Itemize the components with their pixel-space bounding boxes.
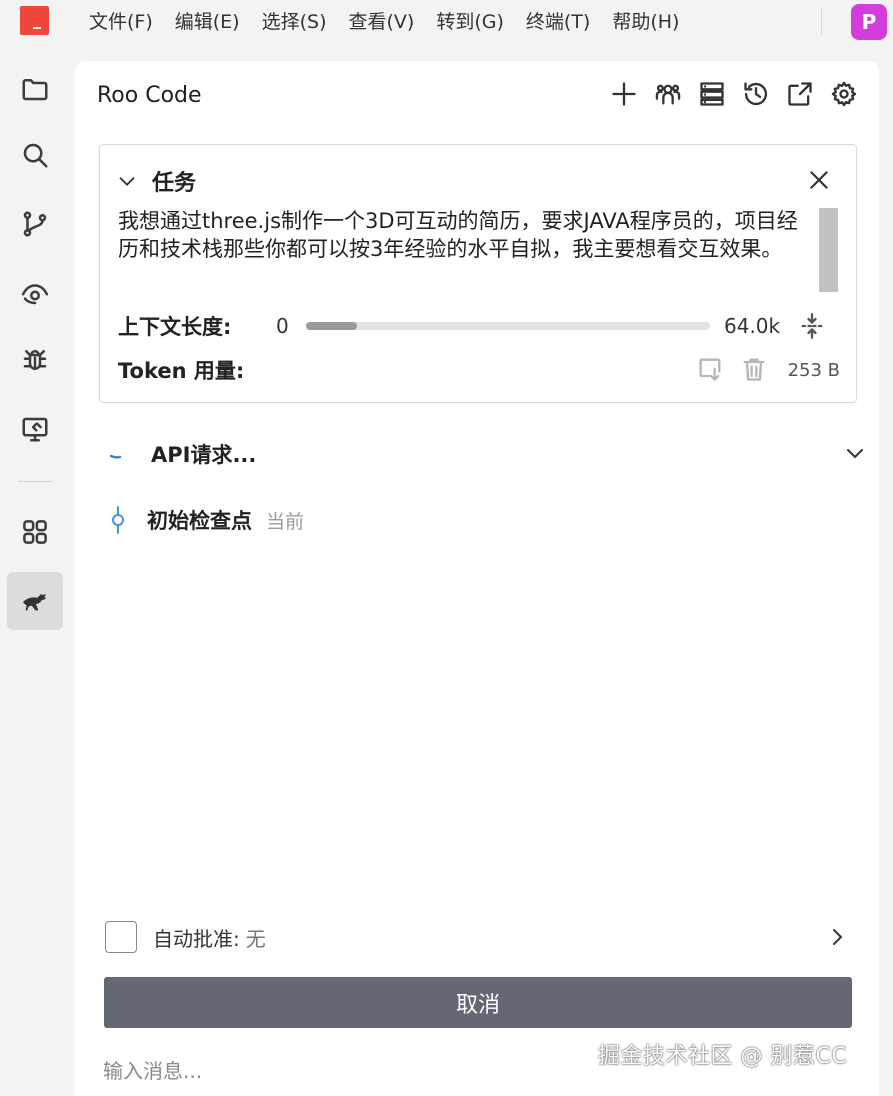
activity-divider (18, 481, 52, 482)
trash-icon (743, 358, 765, 381)
close-icon (810, 171, 828, 189)
task-heading: 任务 (152, 171, 197, 196)
condense-icon (801, 313, 823, 339)
settings-button[interactable] (829, 79, 859, 109)
folder-icon (22, 79, 48, 101)
remote-monitor-icon (22, 417, 48, 442)
menu-edit[interactable]: 编辑(E) (164, 0, 251, 44)
export-task-button[interactable] (696, 355, 726, 385)
new-task-button[interactable] (609, 79, 639, 109)
activity-extensions[interactable] (7, 503, 63, 561)
chevron-right-icon (833, 929, 843, 945)
task-header[interactable]: 任务 (116, 165, 196, 197)
cancel-button[interactable]: 取消 (104, 977, 852, 1028)
checkpoint-current-badge: 当前 (266, 510, 305, 533)
modes-button[interactable] (653, 79, 683, 109)
api-expand-button[interactable] (843, 441, 867, 465)
account-avatar[interactable]: P (851, 4, 887, 40)
roo-code-panel: Roo Code 任务 我想通过three.js制作一个3D可互动的简历，要求J… (75, 61, 879, 1096)
context-max: 64.0k (724, 314, 781, 338)
message-input[interactable] (103, 1051, 663, 1091)
activity-bar (0, 44, 70, 1096)
watermark: 掘金技术社区 @ 别惹CC (598, 1044, 848, 1069)
activity-source-control[interactable] (7, 195, 63, 253)
context-length-label: 上下文长度: (118, 315, 232, 339)
close-task-button[interactable] (806, 167, 832, 193)
context-progress-bar (306, 322, 710, 330)
activity-remote[interactable] (7, 400, 63, 458)
menu-go[interactable]: 转到(G) (425, 0, 515, 44)
auto-approve-expand-button[interactable] (825, 925, 849, 949)
panel-actions (609, 79, 859, 109)
popout-button[interactable] (785, 79, 815, 109)
gear-icon (831, 81, 857, 107)
debug-bug-icon (23, 350, 47, 370)
context-progress-fill (306, 322, 357, 330)
activity-explorer[interactable] (7, 60, 63, 118)
kangaroo-icon (23, 594, 46, 611)
api-request-row[interactable]: API请求... (109, 439, 869, 469)
task-scrollbar[interactable] (819, 208, 838, 292)
extensions-icon (23, 520, 47, 544)
plus-icon (612, 82, 636, 106)
panel-title: Roo Code (97, 83, 202, 108)
auto-approve-checkbox[interactable] (105, 921, 137, 953)
activity-search[interactable] (7, 126, 63, 184)
menu-divider (821, 8, 822, 34)
mcp-servers-button[interactable] (697, 79, 727, 109)
chevron-down-icon (119, 177, 135, 186)
app-logo-icon (20, 6, 49, 35)
menu-help[interactable]: 帮助(H) (601, 0, 690, 44)
task-card: 任务 我想通过three.js制作一个3D可互动的简历，要求JAVA程序员的，项… (99, 144, 857, 403)
context-length-row: 上下文长度: 0 64.0k (118, 311, 840, 341)
activity-debug[interactable] (7, 331, 63, 389)
menu-file[interactable]: 文件(F) (78, 0, 164, 44)
delete-task-button[interactable] (740, 355, 770, 385)
eye-icon (21, 284, 49, 305)
checkpoint-icon (112, 506, 124, 534)
condense-context-button[interactable] (798, 312, 826, 340)
checkpoint-row: 初始检查点 当前 (109, 505, 304, 535)
menu-selection[interactable]: 选择(S) (251, 0, 338, 44)
checkpoint-label: 初始检查点 (147, 509, 252, 533)
token-usage-row: Token 用量: 253 B (118, 355, 840, 385)
activity-watch[interactable] (7, 264, 63, 322)
popout-icon (788, 82, 812, 106)
token-usage-label: Token 用量: (118, 359, 245, 383)
search-icon (23, 143, 48, 168)
server-icon (700, 82, 724, 106)
menu-bar: 文件(F) 编辑(E) 选择(S) 查看(V) 转到(G) 终端(T) 帮助(H… (0, 0, 893, 44)
menu-terminal[interactable]: 终端(T) (515, 0, 601, 44)
chevron-down-icon (847, 449, 863, 459)
activity-roo-code[interactable] (7, 572, 63, 630)
source-control-icon (23, 211, 47, 237)
token-usage-value: 253 B (787, 359, 840, 381)
api-request-label: API请求... (151, 443, 257, 467)
context-min: 0 (276, 314, 289, 338)
menu-view[interactable]: 查看(V) (338, 0, 426, 44)
loading-spinner-icon (109, 454, 122, 459)
history-icon (744, 82, 768, 106)
history-button[interactable] (741, 79, 771, 109)
auto-approve-label: 自动批准: (153, 926, 240, 951)
task-description: 我想通过three.js制作一个3D可互动的简历，要求JAVA程序员的，项目经历… (118, 209, 798, 261)
menu-items: 文件(F) 编辑(E) 选择(S) 查看(V) 转到(G) 终端(T) 帮助(H… (78, 0, 690, 44)
auto-approve-value: 无 (245, 926, 266, 951)
export-icon (699, 358, 721, 381)
auto-approve-row[interactable]: 自动批准: 无 (105, 920, 853, 954)
team-icon (655, 84, 681, 105)
